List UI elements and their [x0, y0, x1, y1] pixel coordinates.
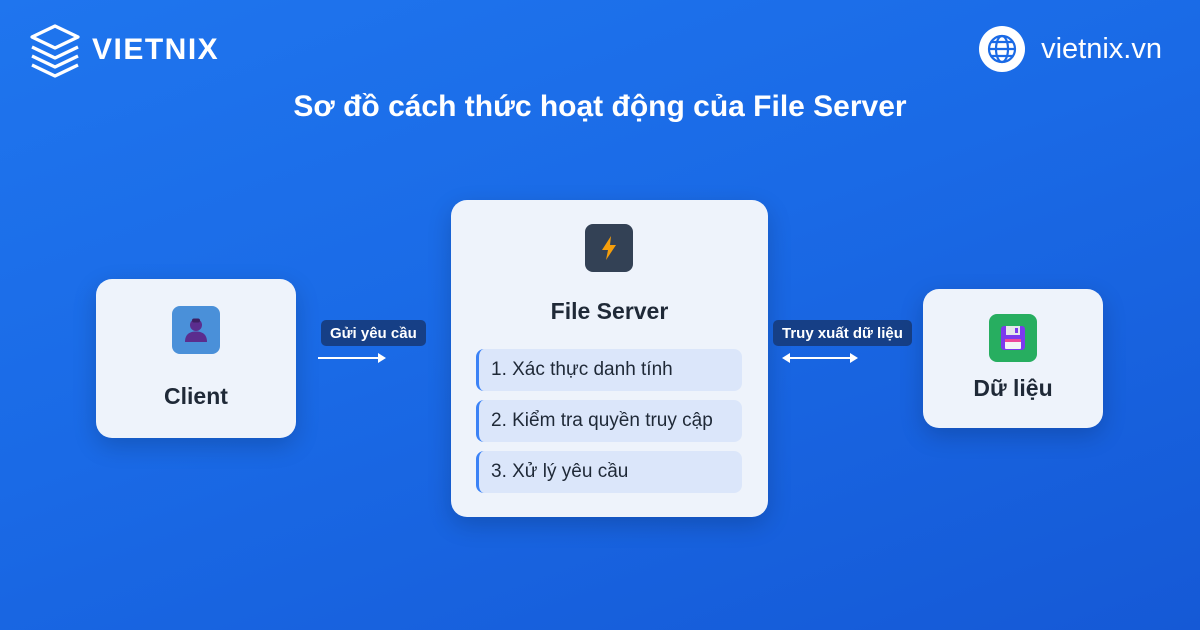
diagram-title: Sơ đồ cách thức hoạt động của File Serve… — [293, 90, 907, 123]
site-url[interactable]: vietnix.vn — [1041, 33, 1162, 66]
retrieve-arrow — [782, 353, 858, 363]
send-request-label: Gửi yêu cầu — [321, 320, 426, 346]
user-icon — [172, 306, 220, 354]
request-arrow — [318, 353, 386, 363]
data-label: Dữ liệu — [973, 375, 1053, 401]
lightning-icon — [585, 224, 633, 272]
client-label: Client — [164, 383, 228, 409]
step-process-request: 3. Xử lý yêu cầu — [476, 451, 742, 493]
site-link[interactable]: vietnix.vn — [979, 26, 1162, 72]
file-server-node: File Server 1. Xác thực danh tính 2. Kiể… — [451, 200, 768, 517]
vietnix-logo: VIETNIX — [28, 22, 219, 78]
step-authenticate: 1. Xác thực danh tính — [476, 349, 742, 391]
client-node: Client — [96, 279, 296, 438]
stacked-layers-icon — [30, 24, 80, 78]
step-check-permission: 2. Kiểm tra quyền truy cập — [476, 400, 742, 442]
floppy-disk-icon — [989, 314, 1037, 362]
globe-icon — [979, 26, 1026, 72]
logo-text: VIETNIX — [92, 33, 220, 66]
file-server-label: File Server — [550, 298, 669, 324]
data-node: Dữ liệu — [923, 289, 1103, 428]
retrieve-data-label: Truy xuất dữ liệu — [773, 320, 912, 346]
